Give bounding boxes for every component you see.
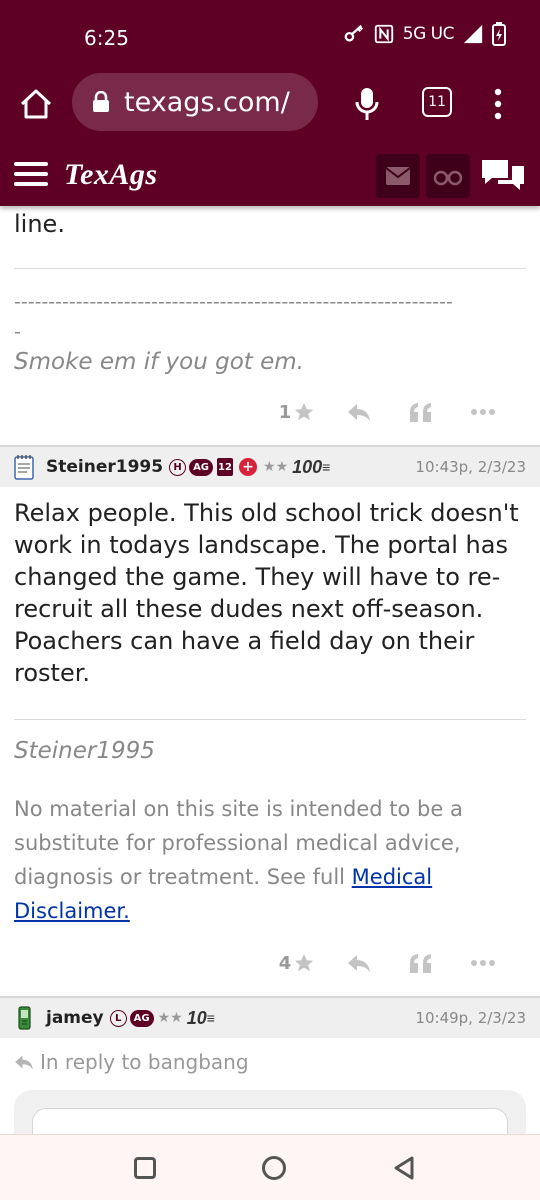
network-type: 5G UC [402, 24, 455, 44]
quote-button[interactable] [390, 397, 452, 427]
quote-icon [410, 403, 431, 422]
reply-button[interactable] [328, 397, 390, 427]
status-icons: 5G UC [343, 22, 506, 46]
more-horiz-icon [471, 409, 495, 415]
more-options-button[interactable] [452, 397, 514, 427]
quote-icon [410, 954, 431, 973]
system-nav-bar [0, 1134, 540, 1200]
post-count-bars-icon: ≡ [206, 1010, 215, 1026]
url-text: texags.com/ [124, 86, 290, 118]
messages-button[interactable] [376, 154, 420, 198]
post-actions: 4 [0, 940, 540, 986]
badge-ag: AG [189, 458, 214, 476]
lock-icon [93, 91, 109, 112]
quote-button[interactable] [390, 948, 452, 978]
medical-cross-icon: + [239, 458, 258, 476]
divider [14, 268, 526, 269]
username[interactable]: jamey [46, 1008, 104, 1028]
like-count: 1 [278, 401, 292, 423]
more-options-button[interactable] [452, 948, 514, 978]
status-time: 6:25 [84, 26, 129, 50]
more-horiz-icon [471, 960, 495, 966]
tabs-button[interactable]: 11 [422, 87, 452, 117]
post-signature: Smoke em if you got em. [14, 349, 304, 375]
star-icon [295, 402, 314, 421]
binoculars-icon [433, 170, 463, 186]
badge-l: L [109, 1009, 127, 1027]
cellphone-icon [18, 1006, 31, 1030]
post-header: jamey L AG ★★ 10 ≡ 10:49p, 2/3/23 [0, 996, 540, 1038]
post-count: 100 [292, 456, 323, 477]
post-body-tail: line. [14, 210, 65, 238]
reply-button[interactable] [328, 948, 390, 978]
post-timestamp: 10:49p, 2/3/23 [415, 1009, 526, 1027]
browser-toolbar: texags.com/ 11 [0, 70, 540, 144]
home-button[interactable] [262, 1156, 286, 1180]
post-actions: 1 [0, 389, 540, 435]
chat-icon[interactable] [480, 156, 526, 196]
home-icon[interactable] [18, 86, 54, 122]
hamburger-menu-icon[interactable] [14, 162, 48, 188]
signal-icon [463, 24, 483, 44]
more-vert-icon[interactable] [486, 84, 510, 124]
url-bar[interactable]: texags.com/ [72, 73, 318, 131]
signature-dashes: ----------------------------------------… [14, 291, 453, 313]
in-reply-to-text: In reply to bangbang [40, 1050, 249, 1074]
notepad-icon [14, 455, 34, 480]
rating-stars: ★★ [263, 459, 289, 475]
nfc-icon [374, 24, 393, 44]
reply-icon [348, 404, 370, 421]
like-button[interactable]: 1 [266, 397, 328, 427]
microphone-icon[interactable] [352, 84, 382, 124]
reply-icon [15, 1055, 33, 1070]
post-body: Relax people. This old school trick does… [14, 499, 519, 687]
back-icon[interactable] [392, 1155, 416, 1181]
badge-12th-man: 12 [217, 458, 234, 476]
rating-stars: ★★ [157, 1010, 183, 1026]
badge-ag: AG [129, 1009, 154, 1027]
post-count-bars-icon: ≡ [322, 459, 331, 475]
thread-content: line. ----------------------------------… [0, 206, 540, 1190]
post-header: Steiner1995 H AG 12 + ★★ 100 ≡ 10:43p, 2/… [0, 445, 540, 487]
like-count: 4 [278, 952, 292, 974]
signature-dash-tail: - [14, 321, 21, 343]
site-logo[interactable]: TexAgs [64, 158, 158, 192]
star-icon [295, 953, 314, 972]
like-button[interactable]: 4 [266, 948, 328, 978]
signature-disclaimer: No material on this site is intended to … [0, 792, 540, 928]
divider [14, 719, 526, 720]
status-bar: 6:25 5G UC [0, 0, 540, 70]
mail-icon [385, 167, 411, 185]
recents-button[interactable] [134, 1157, 156, 1179]
reply-icon [348, 955, 370, 972]
vpn-key-icon [344, 24, 363, 42]
post-timestamp: 10:43p, 2/3/23 [415, 458, 526, 476]
watch-button[interactable] [426, 154, 470, 198]
badge-h: H [169, 458, 187, 476]
username[interactable]: Steiner1995 [46, 457, 163, 477]
battery-icon [492, 22, 506, 46]
post-signature: Steiner1995 [14, 738, 155, 764]
post-count: 10 [186, 1007, 207, 1028]
site-header: TexAgs [0, 144, 540, 206]
in-reply-to-link[interactable]: In reply to bangbang [0, 1050, 540, 1074]
